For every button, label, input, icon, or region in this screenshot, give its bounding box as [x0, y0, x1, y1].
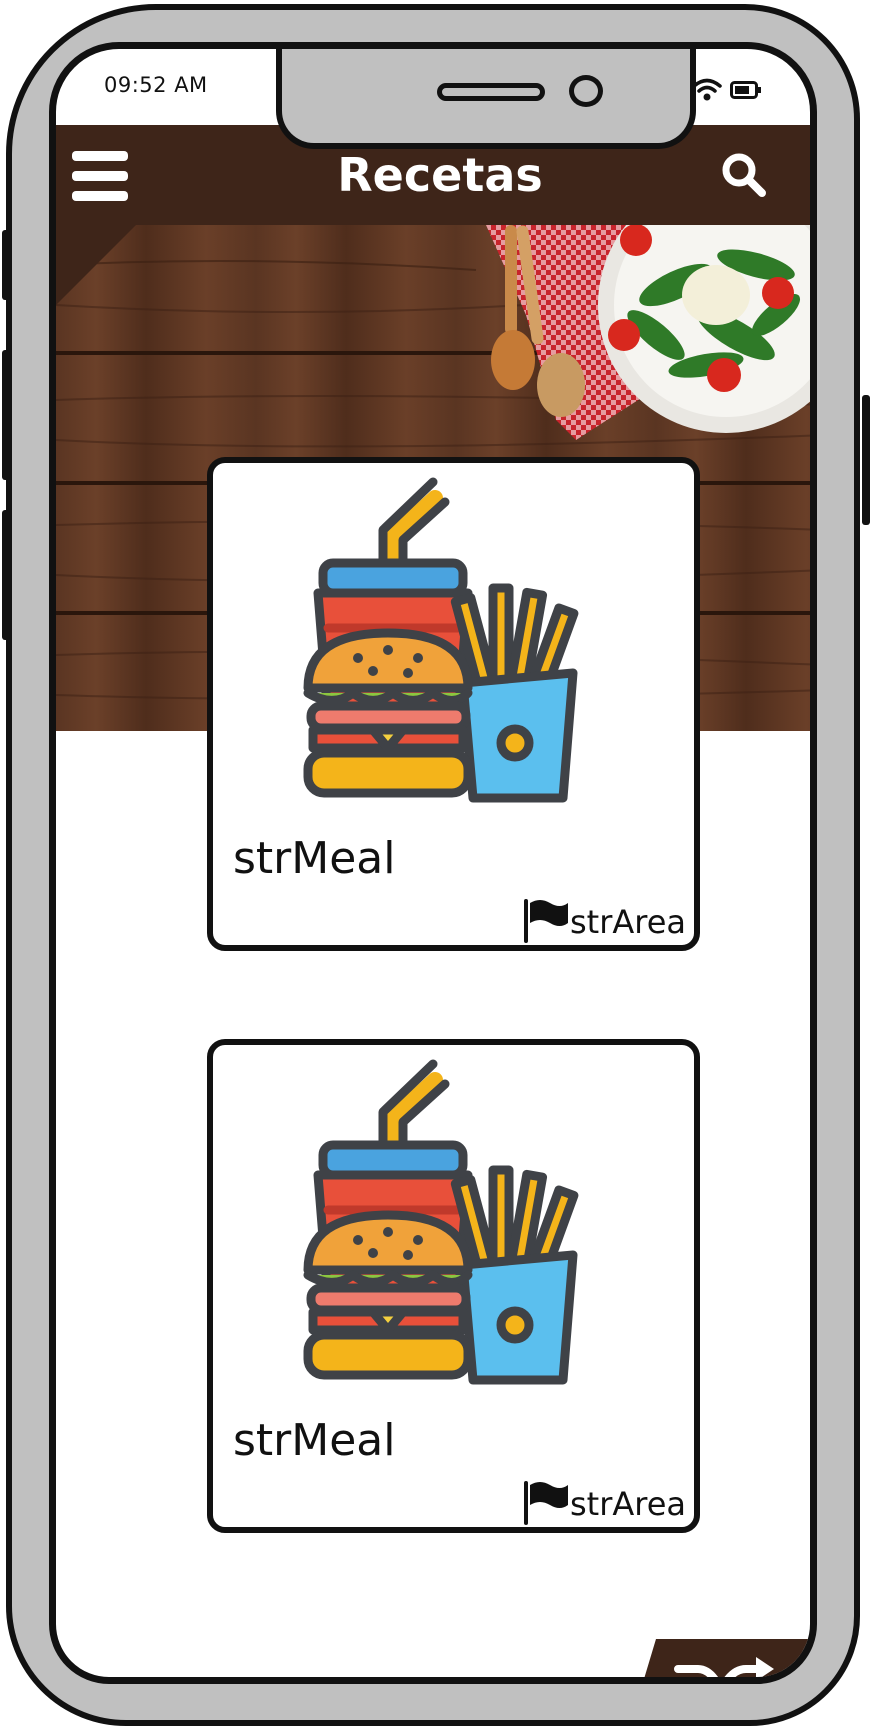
meal-area: strArea — [569, 1485, 686, 1523]
phone-notch — [276, 49, 696, 149]
fast-food-icon — [293, 468, 623, 828]
phone-screen: 09:52 AM Recetas strMeal strArea strMeal… — [49, 42, 817, 1684]
meal-card[interactable]: strMeal strArea — [207, 457, 700, 951]
search-icon[interactable] — [720, 151, 768, 199]
volume-up-button — [2, 350, 10, 480]
flag-icon — [522, 897, 570, 943]
meal-area: strArea — [569, 903, 686, 941]
flag-icon — [522, 1479, 570, 1525]
status-time: 09:52 AM — [104, 73, 208, 97]
meal-card[interactable]: strMeal strArea — [207, 1039, 700, 1533]
meal-name: strMeal — [233, 833, 396, 884]
speaker-grille — [437, 83, 545, 101]
meal-name: strMeal — [233, 1415, 396, 1466]
power-button — [862, 395, 870, 525]
fast-food-icon — [293, 1050, 623, 1410]
wifi-icon — [692, 77, 722, 103]
battery-icon — [730, 80, 762, 100]
header-corner-decoration — [56, 225, 136, 305]
volume-down-button — [2, 510, 10, 640]
mute-switch — [2, 230, 10, 300]
front-camera — [569, 75, 603, 107]
